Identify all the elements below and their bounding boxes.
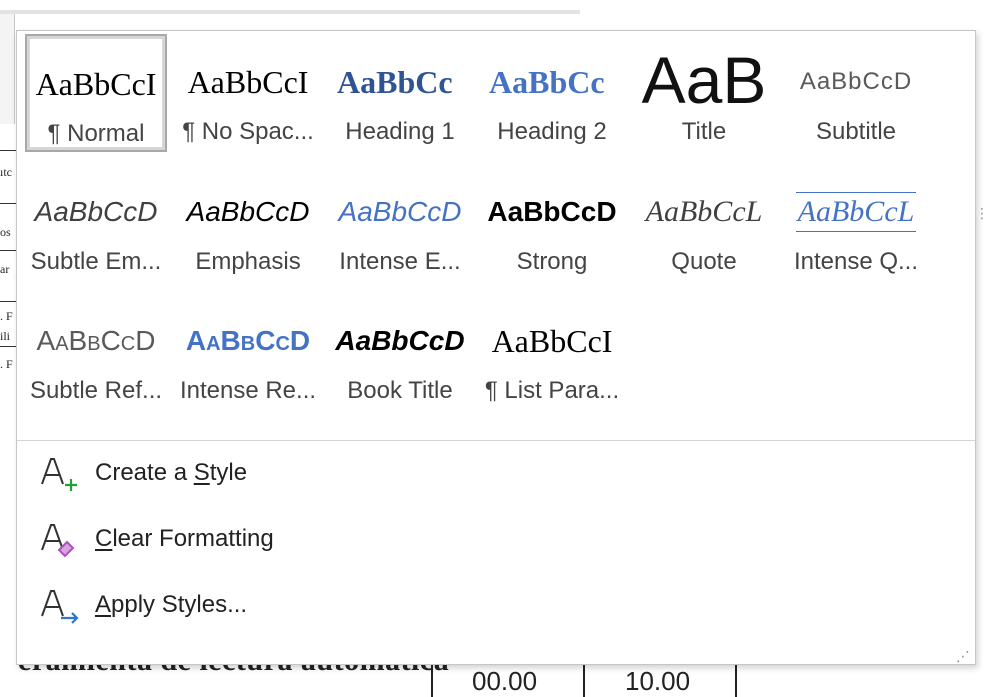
style-subtitle[interactable]: AaBbCcD Subtitle [785, 34, 927, 152]
document-margin-mark: ⋮ [975, 205, 989, 221]
create-style-icon [39, 451, 83, 495]
document-fragment: . F [0, 357, 13, 371]
style-name: Strong [516, 248, 588, 275]
create-style-button[interactable]: Create a Style [39, 449, 439, 505]
style-preview: AaBbCcL [785, 190, 927, 234]
style-book-title[interactable]: AaBbCcD Book Title [329, 293, 471, 411]
style-preview: AaBbCcD [338, 196, 462, 227]
resize-grip-icon[interactable]: ⋰ [956, 649, 970, 663]
style-name: Intense Q... [793, 248, 919, 275]
styles-gallery: AaBbCcI ¶ Normal AaBbCcI ¶ No Spac... Aa… [16, 30, 976, 665]
style-intense-emphasis[interactable]: AaBbCcD Intense E... [329, 164, 471, 282]
apply-styles-button[interactable]: Apply Styles... [39, 581, 439, 637]
style-intense-quote[interactable]: AaBbCcL Intense Q... [785, 164, 927, 282]
table-cell-value: 00.00 [472, 666, 538, 696]
style-name: Heading 1 [345, 118, 455, 145]
style-strong[interactable]: AaBbCcD Strong [481, 164, 623, 282]
intense-quote-preview-text: AaBbCcL [795, 192, 917, 232]
style-subtle-reference[interactable]: AaBbCcD Subtle Ref... [25, 293, 167, 411]
clear-formatting-icon [39, 517, 83, 561]
style-preview: AaBbCcI [187, 64, 309, 100]
document-fragment: ar [0, 262, 10, 276]
apply-styles-icon [39, 583, 83, 627]
style-no-spacing[interactable]: AaBbCcI ¶ No Spac... [177, 34, 319, 152]
style-name: ¶ Normal [47, 120, 145, 147]
style-preview: AaBbCcD [36, 325, 156, 356]
clear-formatting-label: Clear Formatting [95, 525, 274, 552]
style-emphasis[interactable]: AaBbCcD Emphasis [177, 164, 319, 282]
style-normal[interactable]: AaBbCcI ¶ Normal [25, 34, 167, 152]
style-name: Quote [671, 248, 737, 275]
style-preview: AaB [641, 54, 767, 106]
style-name: ¶ List Para... [484, 377, 620, 404]
style-quote[interactable]: AaBbCcL Quote [633, 164, 775, 282]
clear-formatting-button[interactable]: Clear Formatting [39, 515, 439, 571]
create-style-label: Create a Style [95, 459, 248, 486]
style-preview: AaBbCcD [34, 196, 158, 227]
style-preview: AaBbCcD [487, 196, 617, 227]
style-preview: AaBbCcI [35, 66, 157, 102]
style-name: Subtitle [815, 118, 897, 145]
apply-styles-label: Apply Styles... [95, 591, 248, 618]
table-cell-value: 10.00 [625, 666, 691, 696]
ribbon-edge [0, 10, 580, 14]
document-fragment: os [0, 225, 11, 239]
style-subtle-emphasis[interactable]: AaBbCcD Subtle Em... [25, 164, 167, 282]
style-preview: AaBbCcD [185, 325, 311, 356]
style-preview: AaBbCcI [491, 323, 613, 359]
gallery-divider [17, 440, 975, 441]
style-name: Subtle Ref... [29, 377, 163, 404]
document-fragment: . F [0, 309, 13, 323]
style-name: Heading 2 [497, 118, 607, 145]
style-heading-2[interactable]: AaBbCc Heading 2 [481, 34, 623, 152]
style-preview: AaBbCcD [335, 325, 465, 356]
style-preview: AaBbCc [489, 64, 605, 100]
document-fragment: ıtc [0, 165, 12, 179]
ribbon-panel-edge [0, 14, 15, 124]
style-preview: AaBbCcD [799, 68, 913, 95]
style-preview: AaBbCcD [186, 196, 310, 227]
style-list-paragraph[interactable]: AaBbCcI ¶ List Para... [481, 293, 623, 411]
style-name: Intense Re... [179, 377, 317, 404]
style-name: Intense E... [339, 248, 461, 275]
style-preview: AaBbCcL [645, 195, 763, 228]
style-heading-1[interactable]: AaBbCc Heading 1 [329, 34, 471, 152]
style-name: Subtle Em... [30, 248, 162, 275]
style-name: Book Title [347, 377, 453, 404]
style-name: ¶ No Spac... [182, 118, 314, 145]
style-title[interactable]: AaB Title [633, 34, 775, 152]
style-intense-reference[interactable]: AaBbCcD Intense Re... [177, 293, 319, 411]
style-name: Emphasis [195, 248, 301, 275]
style-preview: AaBbCc [337, 64, 453, 100]
style-name: Title [681, 118, 727, 145]
document-fragment: ili [0, 329, 11, 343]
